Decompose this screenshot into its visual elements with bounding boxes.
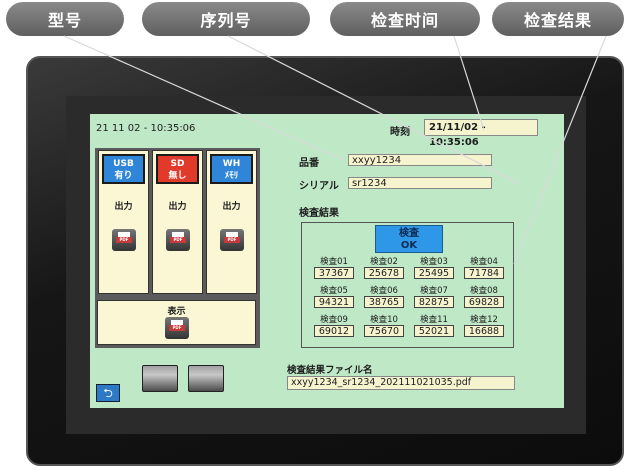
result-cell: 検査05 94321 — [314, 287, 354, 308]
result-line2: OK — [400, 240, 418, 251]
result-label: 検査01 — [320, 257, 348, 267]
result-cell: 検査03 25495 — [414, 258, 454, 279]
time-value-field: 21/11/02 - 10:35:06 — [424, 119, 538, 148]
sd-head-line1: SD — [170, 159, 185, 169]
result-cell: 検査02 25678 — [364, 258, 404, 279]
serial-label: シリアル — [299, 181, 339, 192]
result-value: 38765 — [364, 296, 404, 308]
display-inner: 表示 PDF — [97, 300, 256, 345]
usb-output-label: 出力 — [114, 202, 133, 212]
pdf-tag: PDF — [116, 237, 132, 243]
overall-result-badge: 検査 OK — [375, 225, 443, 253]
display-label: 表示 — [167, 307, 186, 317]
usb-status-button[interactable]: USB 有り — [102, 154, 145, 184]
result-value: 69012 — [314, 325, 354, 337]
sd-status-button[interactable]: SD 無し — [156, 154, 199, 184]
result-label: 検査12 — [470, 315, 498, 325]
pdf-tag: PDF — [169, 325, 185, 331]
result-value: 52021 — [414, 325, 454, 337]
hmi-screen: 21 11 02 - 10:35:06 時刻 21/11/02 - 10:35:… — [90, 114, 564, 408]
result-value: 25495 — [414, 267, 454, 279]
result-label: 検査02 — [370, 257, 398, 267]
callout-inspection-time: 检查时间 — [330, 2, 480, 36]
result-file-label: 検査結果ファイル名 — [287, 365, 373, 376]
usb-pdf-output-button[interactable]: PDF — [112, 229, 136, 251]
pdf-tag: PDF — [170, 237, 186, 243]
sd-pdf-output-button[interactable]: PDF — [166, 229, 190, 251]
result-label: 検査04 — [470, 257, 498, 267]
wh-head-line2: ﾒﾓﾘ — [224, 171, 239, 181]
time-label: 時刻 — [390, 127, 410, 138]
result-line1: 検査 — [399, 228, 419, 239]
result-value: 82875 — [414, 296, 454, 308]
callout-serial: 序列号 — [142, 2, 310, 36]
result-cell: 検査08 69828 — [464, 287, 504, 308]
result-value: 25678 — [364, 267, 404, 279]
result-label: 検査03 — [420, 257, 448, 267]
back-button[interactable]: ⮌ — [96, 384, 120, 402]
usb-head-line1: USB — [113, 159, 134, 169]
callout-model: 型号 — [6, 2, 124, 36]
result-value: 69828 — [464, 296, 504, 308]
result-label: 検査06 — [370, 286, 398, 296]
function-button-1[interactable] — [142, 365, 178, 392]
result-cell: 検査09 69012 — [314, 316, 354, 337]
result-value: 16688 — [464, 325, 504, 337]
result-cell: 検査11 52021 — [414, 316, 454, 337]
result-cell: 検査10 75670 — [364, 316, 404, 337]
output-panel: USB 有り 出力 PDF SD 無し 出力 PDF WH ﾒﾓﾘ 出力 PDF — [95, 148, 260, 298]
function-button-2[interactable] — [188, 365, 224, 392]
result-value: 71784 — [464, 267, 504, 279]
part-number-label: 品番 — [299, 158, 319, 169]
datetime-display: 21 11 02 - 10:35:06 — [96, 123, 196, 134]
result-cell: 検査07 82875 — [414, 287, 454, 308]
results-title: 検査結果 — [299, 208, 339, 219]
wh-status-button[interactable]: WH ﾒﾓﾘ — [210, 154, 253, 184]
part-number-field: xxyy1234 — [348, 154, 492, 166]
sd-head-line2: 無し — [168, 171, 187, 181]
result-label: 検査05 — [320, 286, 348, 296]
result-label: 検査07 — [420, 286, 448, 296]
result-value: 94321 — [314, 296, 354, 308]
wh-output-label: 出力 — [222, 202, 241, 212]
serial-field: sr1234 — [348, 177, 492, 189]
result-label: 検査09 — [320, 315, 348, 325]
result-value: 37367 — [314, 267, 354, 279]
result-label: 検査11 — [420, 315, 448, 325]
display-panel: 表示 PDF — [95, 298, 260, 348]
result-value: 75670 — [364, 325, 404, 337]
result-label: 検査08 — [470, 286, 498, 296]
result-cell: 検査12 16688 — [464, 316, 504, 337]
wh-head-line1: WH — [222, 159, 241, 169]
results-panel: 検査 OK 検査01 37367 検査02 25678 検査03 25495 検査04… — [301, 222, 514, 348]
usb-head-line2: 有り — [114, 171, 133, 181]
wh-pdf-output-button[interactable]: PDF — [220, 229, 244, 251]
result-cell: 検査04 71784 — [464, 258, 504, 279]
wh-column: WH ﾒﾓﾘ 出力 PDF — [206, 150, 257, 294]
sd-output-label: 出力 — [168, 202, 187, 212]
result-file-field: xxyy1234_sr1234_202111021035.pdf — [287, 376, 515, 390]
result-label: 検査10 — [370, 315, 398, 325]
sd-column: SD 無し 出力 PDF — [152, 150, 203, 294]
callout-inspection-result: 检查结果 — [492, 2, 624, 36]
usb-column: USB 有り 出力 PDF — [98, 150, 149, 294]
display-pdf-button[interactable]: PDF — [165, 317, 189, 339]
result-cell: 検査06 38765 — [364, 287, 404, 308]
result-cell: 検査01 37367 — [314, 258, 354, 279]
pdf-tag: PDF — [224, 237, 240, 243]
